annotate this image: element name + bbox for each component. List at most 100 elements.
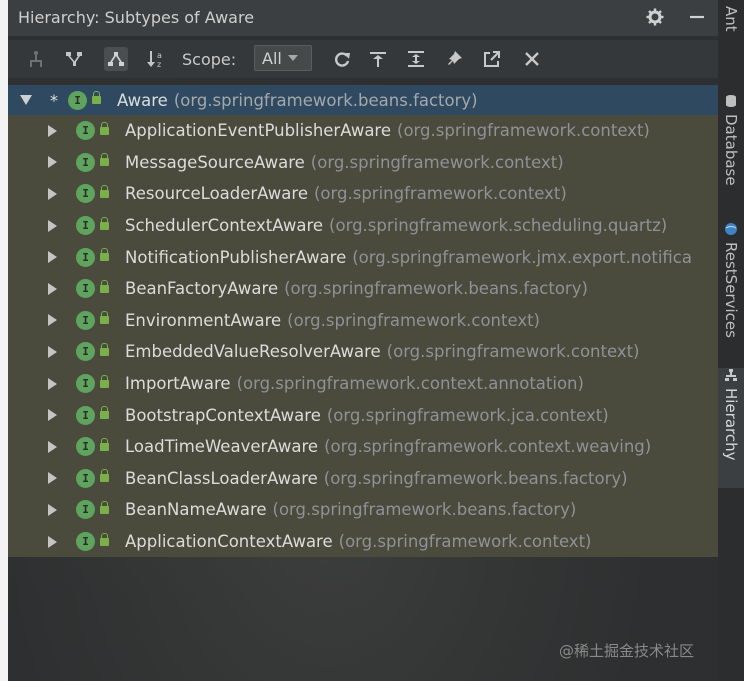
node-name: ResourceLoaderAware bbox=[125, 184, 308, 204]
sidebar-tab-hierarchy[interactable]: Hierarchy bbox=[718, 368, 744, 488]
chevron-down-icon bbox=[287, 55, 298, 61]
collapsed-arrow-icon[interactable] bbox=[48, 345, 57, 358]
sidebar-tab-label: RestServices bbox=[722, 242, 740, 338]
node-label: BeanNameAware (org.springframework.beans.… bbox=[125, 500, 576, 519]
lock-icon bbox=[100, 121, 109, 135]
node-label: ApplicationEventPublisherAware (org.sprin… bbox=[125, 121, 650, 140]
type-hierarchy-icon[interactable] bbox=[24, 47, 48, 71]
refresh-icon[interactable] bbox=[330, 47, 354, 71]
tree-row[interactable]: I MessageSourceAware (org.springframework.… bbox=[8, 146, 718, 179]
interface-icon: I bbox=[76, 468, 95, 488]
node-label: SchedulerContextAware (org.springframewor… bbox=[125, 216, 667, 235]
collapsed-arrow-icon[interactable] bbox=[48, 535, 57, 548]
collapsed-arrow-icon[interactable] bbox=[48, 440, 57, 453]
collapsed-arrow-icon[interactable] bbox=[48, 503, 57, 516]
collapsed-arrow-icon[interactable] bbox=[48, 156, 57, 169]
tree-root-row[interactable]: * I Aware (org.springframework.beans.fact… bbox=[8, 85, 718, 115]
node-name: BootstrapContextAware bbox=[125, 405, 321, 425]
expand-all-icon[interactable] bbox=[366, 47, 390, 71]
lock-icon bbox=[92, 91, 101, 104]
lock-icon bbox=[100, 216, 109, 230]
node-label: NotificationPublisherAware (org.springfra… bbox=[125, 248, 692, 267]
sidebar-tab-label: Database bbox=[722, 114, 740, 186]
node-name: BeanClassLoaderAware bbox=[125, 468, 318, 488]
interface-icon: I bbox=[76, 184, 95, 204]
collapsed-arrow-icon[interactable] bbox=[48, 314, 57, 327]
node-name: EnvironmentAware bbox=[125, 310, 282, 330]
node-label: EnvironmentAware (org.springframework.con… bbox=[125, 311, 540, 330]
node-name: ApplicationEventPublisherAware bbox=[125, 121, 392, 141]
node-package: (org.springframework.jca.context) bbox=[326, 405, 609, 425]
scope-label: Scope: bbox=[182, 50, 237, 69]
scope-value: All bbox=[262, 48, 282, 68]
sidebar-tab-database[interactable]: Database bbox=[718, 94, 744, 199]
supertypes-icon[interactable] bbox=[62, 47, 86, 71]
panel-titlebar: Hierarchy: Subtypes of Aware bbox=[8, 0, 718, 36]
node-package: (org.springframework.context) bbox=[310, 152, 564, 172]
tree-row[interactable]: I NotificationPublisherAware (org.springfr… bbox=[8, 241, 718, 273]
interface-icon: I bbox=[76, 374, 95, 394]
interface-icon: I bbox=[76, 310, 95, 330]
node-package: (org.springframework.jmx.export.notifica bbox=[352, 247, 692, 267]
tree-row[interactable]: I BootstrapContextAware (org.springframewo… bbox=[8, 399, 718, 431]
gear-icon[interactable] bbox=[644, 6, 666, 28]
scope-dropdown[interactable]: All bbox=[254, 45, 312, 71]
expand-arrow-icon[interactable] bbox=[20, 95, 32, 105]
collapsed-arrow-icon[interactable] bbox=[48, 377, 57, 390]
tree-row[interactable]: I BeanNameAware (org.springframework.beans… bbox=[8, 494, 718, 526]
interface-icon: I bbox=[76, 247, 95, 267]
collapsed-arrow-icon[interactable] bbox=[48, 282, 57, 295]
interface-icon: I bbox=[76, 342, 95, 362]
tree-row[interactable]: I SchedulerContextAware (org.springframewo… bbox=[8, 209, 718, 242]
sidebar-tab-restservices[interactable]: RestServices bbox=[718, 222, 744, 354]
lock-icon bbox=[100, 248, 109, 262]
interface-icon: I bbox=[76, 279, 95, 299]
pin-icon[interactable] bbox=[442, 47, 466, 71]
tree-row[interactable]: I ResourceLoaderAware (org.springframework… bbox=[8, 178, 718, 210]
node-package: (org.springframework.context) bbox=[397, 121, 650, 141]
collapsed-arrow-icon[interactable] bbox=[48, 251, 57, 264]
minimize-icon[interactable] bbox=[686, 6, 708, 28]
collapsed-arrow-icon[interactable] bbox=[48, 187, 57, 200]
close-icon[interactable] bbox=[520, 47, 544, 71]
svg-text:a: a bbox=[157, 51, 162, 60]
sort-alpha-icon[interactable]: az bbox=[144, 47, 168, 71]
collapsed-arrow-icon[interactable] bbox=[48, 219, 57, 232]
lock-icon bbox=[100, 184, 109, 198]
node-package: (org.springframework.beans.factory) bbox=[173, 90, 478, 110]
tree-row[interactable]: I BeanClassLoaderAware (org.springframewor… bbox=[8, 462, 718, 495]
hierarchy-toolbar: az Scope: All bbox=[8, 40, 718, 78]
lock-icon bbox=[100, 532, 109, 546]
subtypes-icon[interactable] bbox=[104, 47, 128, 71]
lock-icon bbox=[100, 437, 109, 451]
collapsed-arrow-icon[interactable] bbox=[48, 409, 57, 422]
lock-icon bbox=[100, 374, 109, 388]
node-name: NotificationPublisherAware bbox=[125, 247, 347, 267]
tree-row[interactable]: I ImportAware (org.springframework.context… bbox=[8, 367, 718, 400]
tree-row[interactable]: I EnvironmentAware (org.springframework.co… bbox=[8, 304, 718, 337]
sidebar-tab-label: Ant bbox=[722, 6, 740, 32]
node-package: (org.springframework.beans.factory) bbox=[284, 279, 588, 299]
tree-row[interactable]: I ApplicationContextAware (org.springframe… bbox=[8, 525, 718, 558]
node-label: EmbeddedValueResolverAware (org.springfra… bbox=[125, 342, 640, 361]
node-label: BootstrapContextAware (org.springframewor… bbox=[125, 406, 609, 425]
sidebar-tab-ant[interactable]: Ant bbox=[718, 6, 744, 76]
collapse-all-icon[interactable] bbox=[404, 47, 428, 71]
tree-row[interactable]: I ApplicationEventPublisherAware (org.spri… bbox=[8, 115, 718, 147]
node-label: LoadTimeWeaverAware (org.springframework.… bbox=[125, 437, 651, 456]
interface-icon: I bbox=[76, 216, 95, 236]
node-package: (org.springframework.beans.factory) bbox=[323, 468, 628, 488]
tree-row[interactable]: I LoadTimeWeaverAware (org.springframework… bbox=[8, 430, 718, 463]
interface-icon: I bbox=[76, 437, 95, 457]
lock-icon bbox=[100, 500, 109, 514]
tree-row[interactable]: I EmbeddedValueResolverAware (org.springfr… bbox=[8, 336, 718, 368]
interface-icon: I bbox=[68, 90, 87, 110]
node-label: MessageSourceAware (org.springframework.c… bbox=[125, 153, 564, 172]
node-package: (org.springframework.context) bbox=[338, 532, 592, 552]
interface-icon: I bbox=[76, 500, 95, 520]
export-icon[interactable] bbox=[480, 47, 504, 71]
node-name: LoadTimeWeaverAware bbox=[125, 437, 319, 457]
tree-row[interactable]: I BeanFactoryAware (org.springframework.be… bbox=[8, 272, 718, 305]
collapsed-arrow-icon[interactable] bbox=[48, 124, 57, 137]
collapsed-arrow-icon[interactable] bbox=[48, 472, 57, 485]
